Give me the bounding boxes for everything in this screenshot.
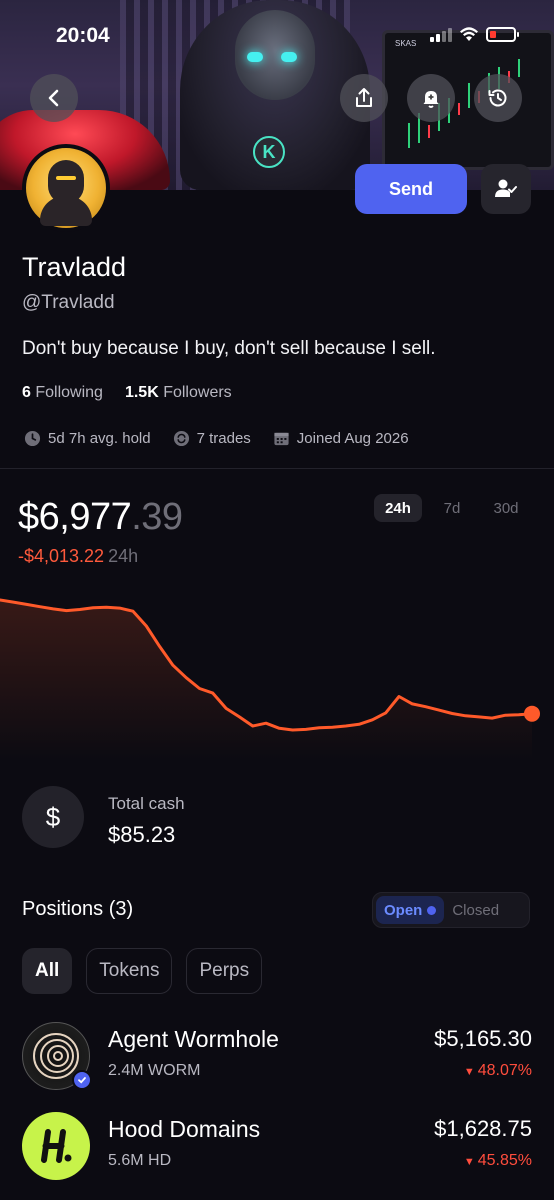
battery-icon xyxy=(486,26,519,42)
notification-add-button[interactable] xyxy=(407,74,455,122)
positions-filters: All Tokens Perps xyxy=(22,948,263,994)
followers-link[interactable]: 1.5K Followers xyxy=(125,384,232,402)
position-change: ▼ 48.07% xyxy=(464,1062,532,1080)
balance-main: $6,977 xyxy=(18,496,132,538)
position-row[interactable]: Hood Domains 5.6M HD $1,628.75 ▼ 45.85% xyxy=(22,1112,532,1182)
portfolio-change: -$4,013.22 24h xyxy=(18,546,138,567)
change-period: 24h xyxy=(108,546,139,566)
position-name: Agent Wormhole xyxy=(108,1026,279,1052)
position-change-value: 45.85% xyxy=(477,1152,532,1169)
balance-decimal: .39 xyxy=(131,496,183,538)
position-name: Hood Domains xyxy=(108,1116,261,1142)
share-icon xyxy=(356,88,372,107)
section-divider xyxy=(0,468,554,469)
down-triangle-icon: ▼ xyxy=(463,1066,475,1078)
range-24h[interactable]: 24h xyxy=(374,494,422,522)
profile-handle: @Travladd xyxy=(22,292,115,313)
history-button[interactable] xyxy=(474,74,522,122)
chart-area xyxy=(0,600,532,760)
banner-eye-right xyxy=(281,52,297,62)
toggle-closed[interactable]: Closed xyxy=(444,896,507,924)
cash-label: Total cash xyxy=(108,794,185,813)
monitor-label: SKAS xyxy=(395,39,417,48)
swap-icon xyxy=(173,430,189,447)
wifi-icon xyxy=(460,27,478,41)
joined-date: Joined Aug 2026 xyxy=(273,430,409,447)
joined-text: Joined Aug 2026 xyxy=(296,430,409,447)
verified-badge-icon xyxy=(72,1070,92,1090)
chevron-left-icon xyxy=(48,89,59,107)
active-dot-icon xyxy=(427,905,437,915)
toggle-open[interactable]: Open xyxy=(376,896,445,924)
following-count: 6 xyxy=(22,384,31,401)
profile-meta: 5d 7h avg. hold 7 trades Joined Aug 2026 xyxy=(24,430,409,447)
range-30d[interactable]: 30d xyxy=(482,494,530,522)
dollar-icon: $ xyxy=(22,786,84,848)
avatar-eyes xyxy=(56,176,76,180)
position-value: $5,165.30 xyxy=(434,1026,532,1051)
trades-count: 7 trades xyxy=(173,430,251,447)
back-button[interactable] xyxy=(30,74,78,122)
signal-icon xyxy=(430,26,452,42)
following-link[interactable]: 6 Following xyxy=(22,384,103,402)
following-label: Following xyxy=(35,384,103,401)
followers-count: 1.5K xyxy=(124,384,159,401)
position-value: $1,628.75 xyxy=(434,1116,532,1141)
followers-label: Followers xyxy=(163,384,232,401)
history-icon xyxy=(488,89,507,107)
banner-eye-left xyxy=(247,52,263,62)
avatar[interactable] xyxy=(22,144,110,232)
clock-icon xyxy=(24,430,41,447)
down-triangle-icon: ▼ xyxy=(463,1156,475,1168)
toggle-open-label: Open xyxy=(384,901,423,919)
portfolio-balance: $6,977.39 xyxy=(18,496,183,539)
filter-tokens[interactable]: Tokens xyxy=(86,948,173,994)
trades-text: 7 trades xyxy=(196,430,251,447)
position-change: ▼ 45.85% xyxy=(464,1152,532,1170)
position-change-value: 48.07% xyxy=(477,1062,532,1079)
avg-hold: 5d 7h avg. hold xyxy=(24,430,151,447)
avg-hold-text: 5d 7h avg. hold xyxy=(48,430,151,447)
positions-title: Positions (3) xyxy=(22,898,134,920)
status-icons xyxy=(430,26,519,42)
range-7d[interactable]: 7d xyxy=(428,494,476,522)
hood-logo-icon xyxy=(41,1129,72,1163)
avatar-figure-body xyxy=(40,196,92,226)
banner-k-logo: K xyxy=(253,136,285,168)
filter-all[interactable]: All xyxy=(22,948,73,994)
share-button[interactable] xyxy=(340,74,388,122)
position-amount: 5.6M HD xyxy=(108,1152,172,1169)
pnl-chart xyxy=(0,598,540,760)
profile-name: Travladd xyxy=(22,252,127,282)
send-button[interactable]: Send xyxy=(355,164,467,214)
follow-stats: 6 Following 1.5K Followers xyxy=(22,384,232,402)
cash-value: $85.23 xyxy=(108,822,176,847)
bell-plus-icon xyxy=(423,91,439,108)
change-amount: -$4,013.22 xyxy=(18,546,105,566)
chart-endpoint xyxy=(524,705,540,722)
user-check-icon xyxy=(495,179,517,197)
position-row[interactable]: Agent Wormhole 2.4M WORM $5,165.30 ▼ 48.0… xyxy=(22,1022,532,1092)
profile-bio: Don't buy because I buy, don't sell beca… xyxy=(22,338,436,359)
filter-perps[interactable]: Perps xyxy=(186,948,263,994)
positions-toggle: Open Closed xyxy=(372,892,530,928)
position-amount: 2.4M WORM xyxy=(108,1062,201,1079)
calendar-icon xyxy=(274,432,289,446)
status-time: 20:04 xyxy=(56,24,110,47)
token-icon-hood xyxy=(22,1112,90,1180)
follow-button[interactable] xyxy=(481,164,531,214)
range-selector: 24h 7d 30d xyxy=(374,494,530,522)
